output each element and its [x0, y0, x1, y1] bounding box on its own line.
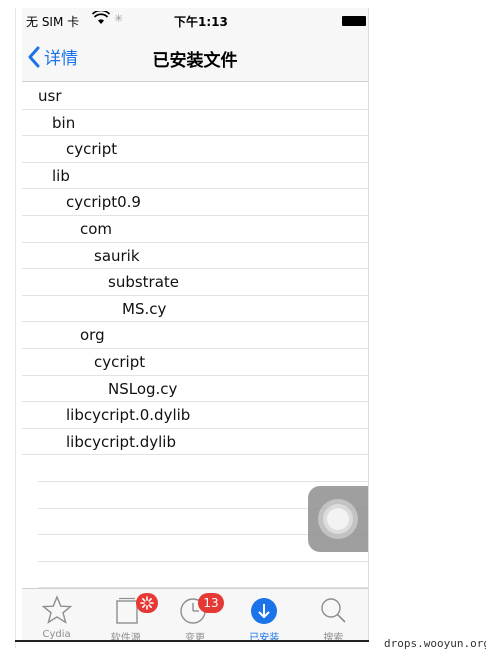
phone-screen: 无 SIM 卡 ✳ 下午1:13 详情 已安装文件 usr bin cycrip… — [22, 8, 368, 642]
assistive-touch-button[interactable] — [308, 486, 368, 552]
tab-changes[interactable]: 13 变更 — [160, 589, 229, 642]
navigation-bar: 详情 已安装文件 — [22, 32, 368, 82]
file-name: cycript0.9 — [66, 193, 141, 212]
changes-count-badge: 13 — [198, 593, 224, 613]
file-row: MS.cy — [22, 296, 368, 323]
file-name: saurik — [94, 246, 140, 265]
file-name: lib — [52, 166, 70, 185]
file-row: org — [22, 322, 368, 349]
clock: 下午1:13 — [174, 15, 228, 29]
file-name: com — [80, 219, 113, 238]
file-row: com — [22, 216, 368, 243]
tab-bar: Cydia 软件源 13 变更 已安装 搜索 — [22, 588, 368, 642]
file-row: NSLog.cy — [22, 376, 368, 403]
file-row: libcycript.dylib — [22, 429, 368, 456]
status-bar: 无 SIM 卡 ✳ 下午1:13 — [22, 8, 368, 32]
file-row: lib — [22, 163, 368, 190]
file-name: cycript — [94, 352, 146, 371]
battery-icon — [342, 16, 366, 26]
tab-label: Cydia — [42, 629, 71, 640]
empty-row — [38, 562, 368, 589]
file-name: bin — [52, 113, 76, 132]
file-name: org — [80, 326, 105, 345]
file-name: substrate — [108, 273, 180, 292]
file-row: cycript — [22, 136, 368, 163]
file-row: libcycript.0.dylib — [22, 402, 368, 429]
watermark: drops.wooyun.org — [384, 637, 486, 650]
download-icon — [248, 595, 280, 625]
file-name: NSLog.cy — [108, 379, 178, 398]
page-title: 已安装文件 — [152, 51, 238, 71]
wifi-icon — [91, 9, 111, 28]
spinner-icon: ✳ — [114, 12, 124, 25]
file-row: saurik — [22, 243, 368, 270]
carrier-label: 无 SIM 卡 — [26, 15, 80, 29]
file-row: usr — [22, 83, 368, 110]
empty-row — [38, 455, 368, 482]
file-name: MS.cy — [122, 299, 167, 318]
file-name: usr — [38, 87, 62, 105]
tab-search[interactable]: 搜索 — [299, 589, 368, 642]
file-row: cycript0.9 — [22, 189, 368, 216]
file-name: libcycript.dylib — [66, 432, 176, 451]
file-row: substrate — [22, 269, 368, 296]
frame-bottom-line — [15, 640, 369, 642]
file-name: libcycript.0.dylib — [66, 406, 191, 425]
tab-cydia[interactable]: Cydia — [22, 589, 91, 642]
frame-border-right — [368, 8, 369, 642]
file-name: cycript — [66, 140, 118, 159]
file-row: bin — [22, 110, 368, 137]
frame-border-left — [15, 8, 16, 648]
loading-badge — [136, 593, 159, 613]
tab-sources[interactable]: 软件源 — [91, 589, 160, 642]
file-row: cycript — [22, 349, 368, 376]
tab-installed[interactable]: 已安装 — [230, 589, 299, 642]
star-icon — [41, 595, 73, 625]
search-icon — [317, 595, 349, 625]
